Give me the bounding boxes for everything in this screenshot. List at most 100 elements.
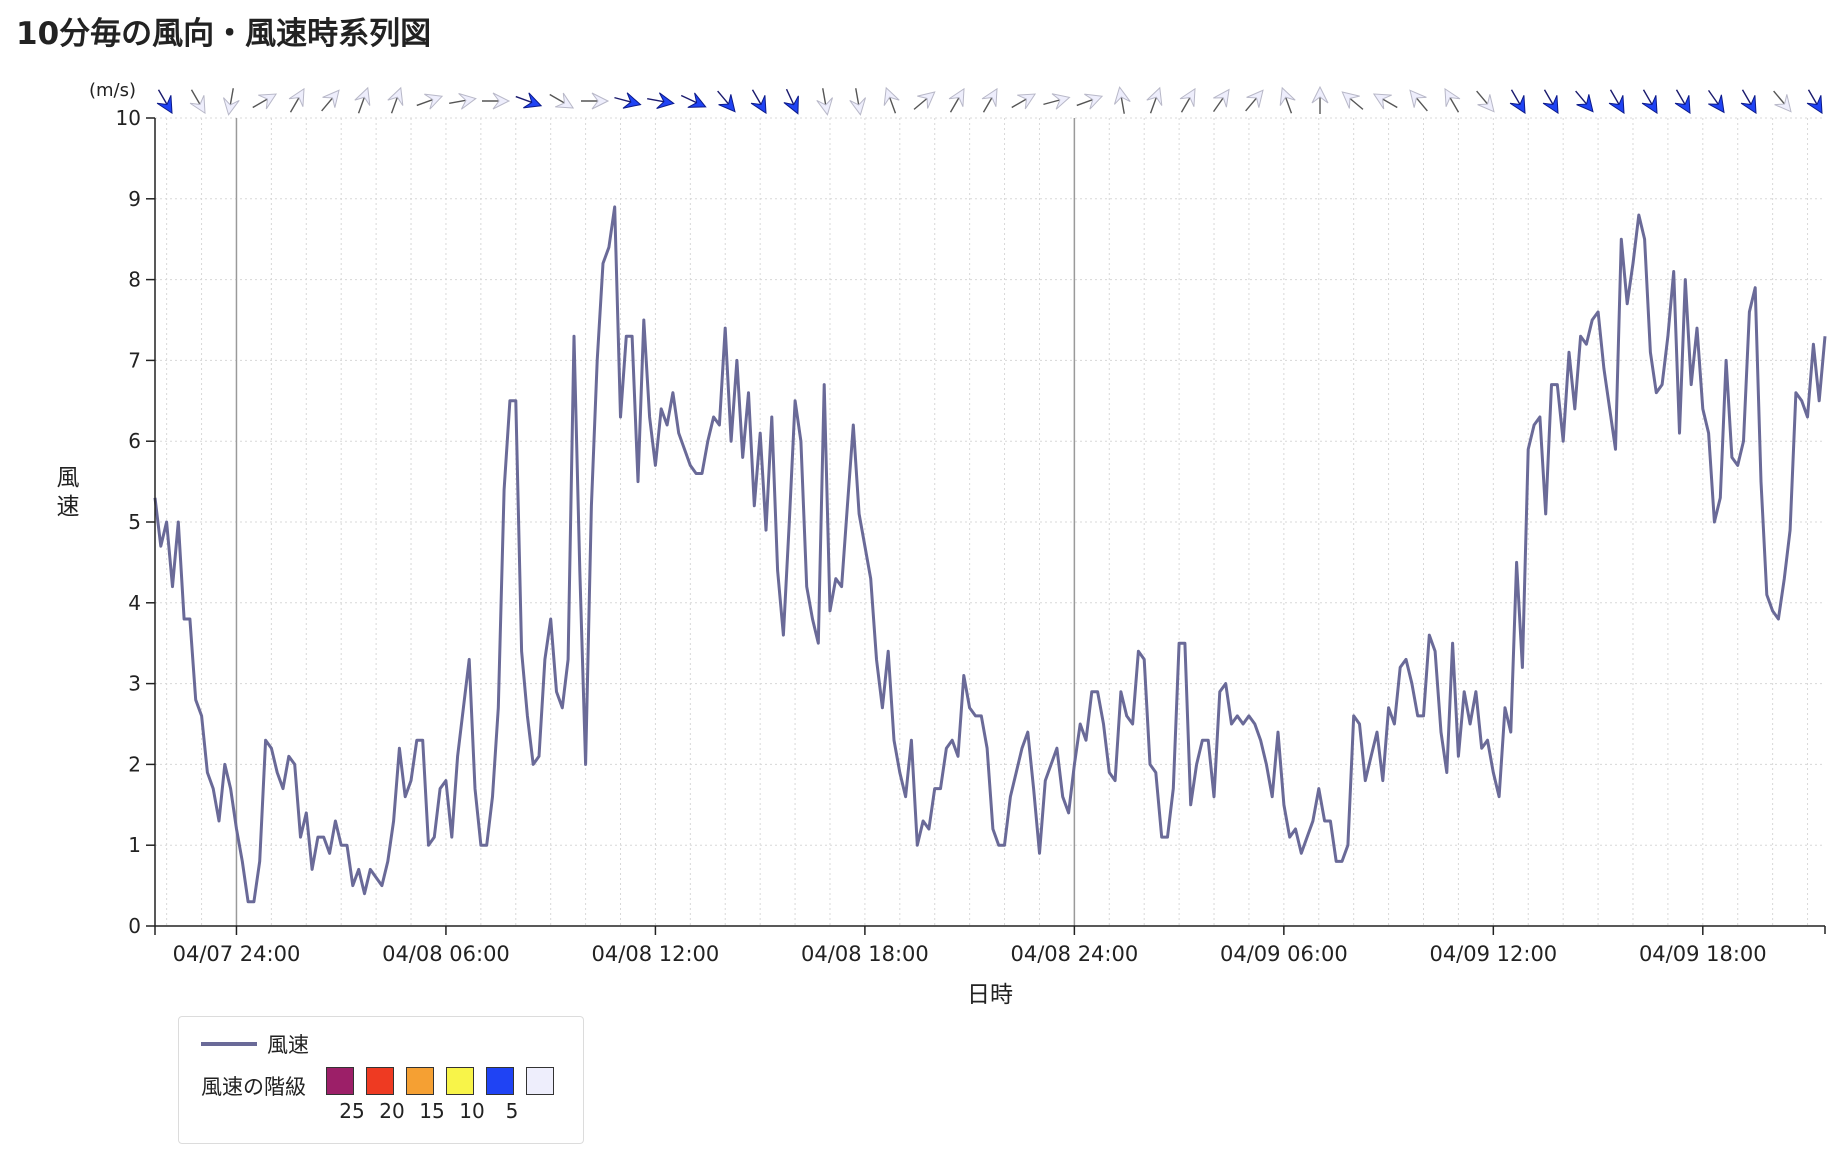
legend-class-25: 25: [320, 1067, 365, 1123]
wind-arrow-head: [883, 86, 900, 106]
wind-arrow-head: [1179, 87, 1196, 107]
y-tick-label: 9: [128, 187, 141, 211]
wind-arrow-head: [424, 93, 444, 110]
wind-arrow: [1011, 93, 1037, 110]
wind-arrow: [581, 92, 610, 110]
x-tick-label: 04/09 06:00: [1220, 942, 1348, 966]
wind-arrow: [1444, 87, 1461, 113]
legend-swatch-15: [406, 1067, 434, 1095]
y-tick-label: 3: [128, 672, 141, 696]
wind-arrow: [189, 89, 206, 115]
legend-value-5: 5: [505, 1099, 519, 1123]
wind-arrow-head: [1146, 86, 1163, 106]
wind-arrow: [849, 88, 867, 116]
legend-class-label: 風速の階級: [201, 1075, 306, 1099]
wind-arrow-head: [189, 95, 206, 115]
wind-arrow: [1146, 86, 1163, 114]
wind-arrow-head: [1542, 95, 1559, 115]
wind-arrow-head: [1477, 94, 1495, 113]
x-tick-label: 04/09 12:00: [1429, 942, 1557, 966]
wind-arrow-head: [258, 93, 278, 110]
wind-arrow-head: [1341, 91, 1360, 109]
wind-arrow-head: [687, 92, 707, 108]
x-tick-label: 04/08 06:00: [382, 942, 510, 966]
x-axis-label: 日時: [967, 982, 1013, 1008]
wind-arrow-head: [1708, 94, 1725, 114]
wind-arrow: [783, 88, 799, 115]
wind-arrow: [816, 88, 834, 116]
wind-speed-line: [153, 205, 1827, 904]
wind-arrow-head: [1608, 95, 1625, 115]
legend-series-label: 風速: [267, 1033, 309, 1057]
wind-arrow: [1773, 90, 1792, 113]
y-tick-label: 0: [128, 914, 141, 938]
y-tick-label: 5: [128, 510, 141, 534]
wind-arrow-head: [1113, 86, 1131, 105]
wind-arrow-head: [656, 92, 675, 110]
wind-arrow-head: [354, 86, 371, 106]
wind-arrow-head: [948, 87, 965, 107]
wind-arrow: [288, 87, 305, 113]
x-tick-label: 04/08 18:00: [801, 942, 929, 966]
wind-arrow-head: [1279, 86, 1296, 106]
wind-arrow: [222, 88, 240, 116]
wind-arrow: [680, 92, 707, 108]
x-tick-label: 04/09 18:00: [1639, 942, 1767, 966]
wind-arrow-head: [622, 92, 642, 109]
wind-arrow: [1476, 90, 1495, 113]
wind-arrow: [1509, 89, 1526, 115]
wind-arrow: [1542, 89, 1559, 115]
wind-arrow-head: [1674, 95, 1691, 115]
wind-arrow-head: [1774, 94, 1792, 113]
wind-arrow-head: [555, 92, 575, 109]
x-tick-label: 04/08 24:00: [1011, 942, 1139, 966]
wind-arrow-head: [1806, 95, 1823, 115]
x-tick-label: 04/08 12:00: [592, 942, 720, 966]
wind-arrow: [1707, 89, 1725, 114]
y-axis-label: 風速: [57, 465, 80, 520]
wind-arrow-head: [458, 92, 477, 110]
legend-swatch-10: [446, 1067, 474, 1095]
wind-arrow: [515, 92, 543, 109]
wind-direction-arrows: [156, 85, 1823, 116]
wind-arrow-head: [750, 95, 767, 115]
legend-class-0: [520, 1067, 560, 1099]
wind-arrow: [1245, 89, 1264, 112]
wind-arrow-head: [1246, 89, 1264, 108]
wind-arrow: [1575, 90, 1594, 113]
wind-arrow-head: [1509, 95, 1526, 115]
legend-series-swatch: [201, 1042, 257, 1046]
wind-arrow: [948, 87, 965, 113]
legend-class-5: 5: [480, 1067, 520, 1123]
wind-arrow: [1608, 89, 1625, 115]
unit-label: (m/s): [89, 80, 136, 101]
wind-arrow: [1212, 88, 1230, 113]
axis-layer: 0 1 2 3 4 5 6 7 8 9 10 04/07 24:00 04/08 06:00 04/08 …: [57, 80, 1826, 1008]
wind-arrow: [156, 89, 173, 115]
wind-arrow-head: [288, 87, 305, 107]
wind-arrow-head: [849, 97, 867, 116]
legend-class-20: 20: [360, 1067, 405, 1123]
wind-speed-chart: 0 1 2 3 4 5 6 7 8 9 10 04/07 24:00 04/08 06:00 04/08 …: [57, 80, 1827, 1008]
y-tick-label: 8: [128, 268, 141, 292]
wind-arrow: [913, 91, 936, 110]
wind-arrow: [750, 89, 767, 115]
wind-arrow: [1641, 89, 1658, 115]
wind-arrow: [1341, 91, 1364, 110]
legend-swatch-20: [366, 1067, 394, 1095]
y-tick-label: 6: [128, 429, 141, 453]
wind-arrow-head: [387, 86, 404, 106]
wind-arrow: [1076, 93, 1104, 110]
wind-arrow: [1179, 87, 1196, 113]
wind-arrow-head: [917, 91, 936, 109]
y-tick-label: 4: [128, 591, 141, 615]
wind-arrow-head: [1017, 93, 1037, 110]
wind-arrow-head: [222, 97, 240, 116]
wind-arrow: [387, 86, 404, 114]
wind-arrow: [252, 93, 278, 110]
wind-arrow: [449, 92, 477, 110]
wind-arrow: [1674, 89, 1691, 115]
wind-arrow-head: [1372, 93, 1392, 110]
legend-series-entry[interactable]: 風速: [201, 1031, 309, 1057]
wind-arrow-head: [1409, 89, 1427, 108]
